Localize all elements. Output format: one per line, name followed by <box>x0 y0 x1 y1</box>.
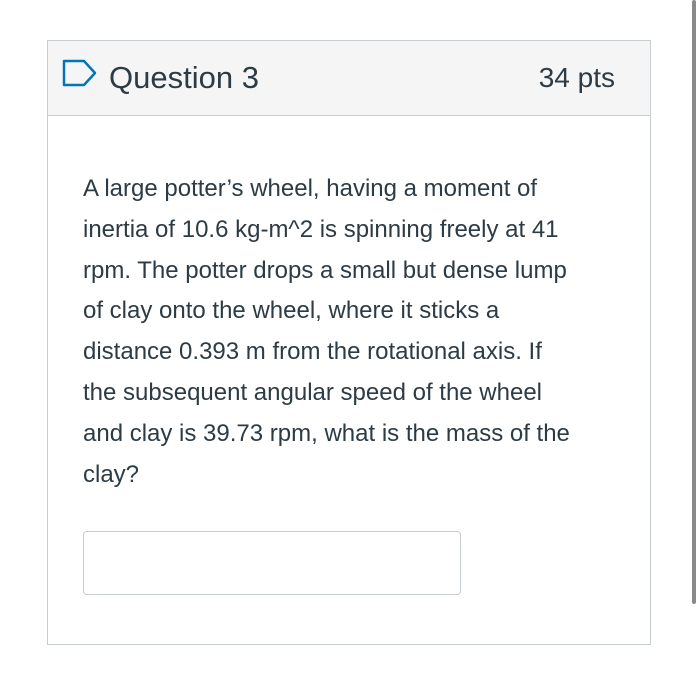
question-card: Question 3 34 pts A large potter’s wheel… <box>47 40 651 645</box>
question-text: A large potter’s wheel, having a moment … <box>83 169 623 495</box>
page: Question 3 34 pts A large potter’s wheel… <box>0 0 700 678</box>
question-text-line: of clay onto the wheel, where it sticks … <box>83 297 500 325</box>
answer-input[interactable] <box>83 531 461 595</box>
question-points: 34 pts <box>538 62 615 93</box>
scrollbar[interactable] <box>692 0 696 604</box>
question-text-line: the subsequent angular speed of the whee… <box>83 378 543 406</box>
question-text-line: distance 0.393 m from the rotational axi… <box>83 338 542 366</box>
question-text-line: A large potter’s wheel, having a moment … <box>83 175 538 202</box>
question-title: Question 3 <box>109 60 259 95</box>
question-text-line: inertia of 10.6 kg-m^2 is spinning freel… <box>83 215 559 243</box>
question-text-line: and clay is 39.73 rpm, what is the mass … <box>83 419 570 447</box>
question-header: Question 3 34 pts <box>48 41 650 116</box>
question-text-line: rpm. The potter drops a small but dense … <box>83 256 567 284</box>
flag-outline-icon[interactable] <box>62 59 98 87</box>
question-text-line: clay? <box>83 460 140 488</box>
